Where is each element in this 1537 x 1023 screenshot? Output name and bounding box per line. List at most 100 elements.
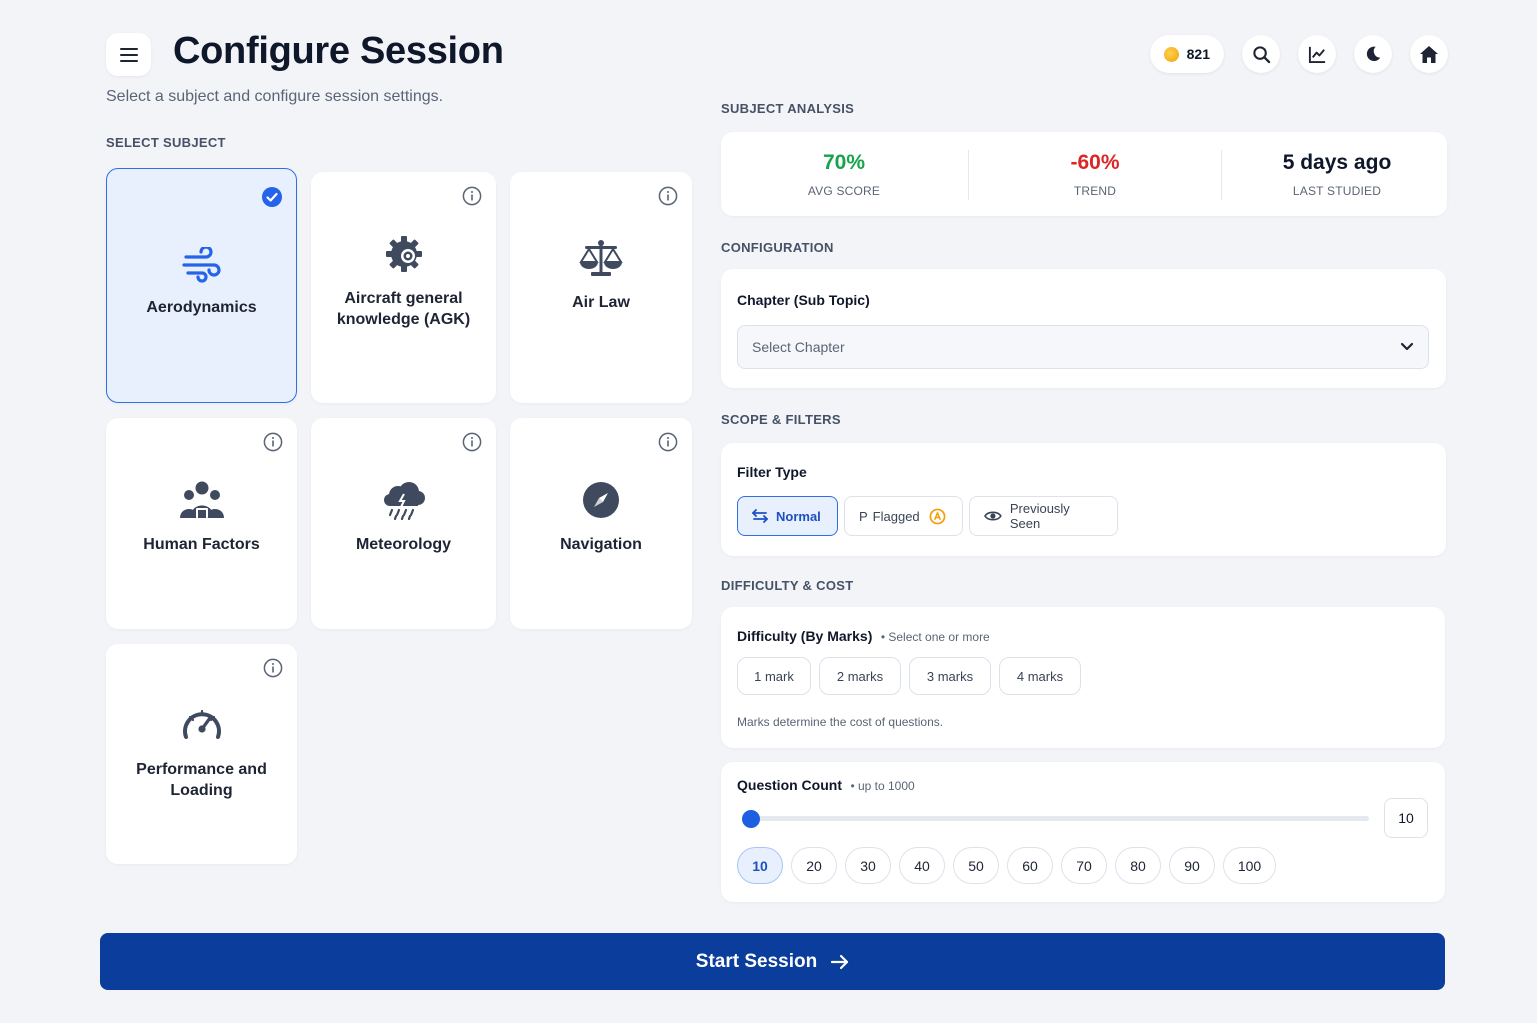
- mark-chip-1[interactable]: 1 mark: [737, 657, 811, 695]
- arrow-right-icon: [831, 954, 849, 969]
- home-icon: [1420, 45, 1438, 63]
- people-icon: [178, 476, 226, 524]
- info-icon[interactable]: [462, 186, 482, 206]
- gear-icon: [380, 230, 428, 278]
- stat-label: LAST STUDIED: [1292, 183, 1382, 198]
- subject-label: Performance and Loading: [136, 761, 267, 799]
- subject-card-aerodynamics[interactable]: Aerodynamics: [106, 168, 297, 403]
- subject-analysis-panel: 70% AVG SCORE -60% TREND 5 days ago LAST…: [721, 132, 1447, 216]
- count-preset-10[interactable]: 10: [737, 847, 783, 884]
- page-title: Configure Session: [173, 30, 504, 72]
- stat-label: TREND: [1073, 183, 1117, 198]
- filter-previously-seen-button[interactable]: Previously Seen: [969, 496, 1118, 536]
- subject-card-human-factors[interactable]: Human Factors: [106, 418, 297, 629]
- subject-label: Aircraft general knowledge (AGK): [336, 290, 471, 328]
- scales-icon: [577, 234, 625, 282]
- info-icon[interactable]: [658, 186, 678, 206]
- question-count-input[interactable]: 10: [1384, 798, 1428, 838]
- compass-icon: [577, 476, 625, 524]
- chapter-select-value: Select Chapter: [752, 339, 845, 355]
- chapter-label: Chapter (Sub Topic): [737, 292, 870, 308]
- mark-chip-3[interactable]: 3 marks: [909, 657, 991, 695]
- difficulty-header: Difficulty (By Marks) • Select one or mo…: [737, 628, 990, 646]
- difficulty-note: Marks determine the cost of questions.: [737, 715, 944, 729]
- coin-balance[interactable]: 821: [1149, 35, 1224, 73]
- info-icon[interactable]: [658, 432, 678, 452]
- storm-cloud-icon: [380, 476, 428, 524]
- stat-last-studied: 5 days ago LAST STUDIED: [1222, 132, 1452, 216]
- filter-normal-button[interactable]: Normal: [737, 496, 838, 536]
- question-count-slider[interactable]: [745, 816, 1369, 821]
- search-button[interactable]: [1242, 35, 1280, 73]
- info-icon[interactable]: [263, 658, 283, 678]
- start-session-label: Start Session: [695, 950, 818, 972]
- top-actions: 821: [1149, 35, 1448, 73]
- info-icon[interactable]: [263, 432, 283, 452]
- stat-value: 70%: [822, 150, 866, 174]
- coin-count: 821: [1186, 46, 1210, 62]
- chevron-down-icon: [1400, 342, 1414, 351]
- subject-card-agk[interactable]: Aircraft general knowledge (AGK): [311, 172, 496, 403]
- coin-icon: [1163, 46, 1179, 62]
- page-subtitle: Select a subject and configure session s…: [106, 88, 444, 105]
- subject-label: Human Factors: [143, 536, 260, 553]
- home-button[interactable]: [1410, 35, 1448, 73]
- start-session-button[interactable]: Start Session: [100, 933, 1445, 990]
- stat-trend: -60% TREND: [969, 132, 1221, 216]
- count-preset-20[interactable]: 20: [791, 847, 837, 884]
- stats-button[interactable]: [1298, 35, 1336, 73]
- count-preset-70[interactable]: 70: [1061, 847, 1107, 884]
- mark-chip-4[interactable]: 4 marks: [999, 657, 1081, 695]
- subject-label: Navigation: [560, 536, 642, 553]
- subject-card-meteorology[interactable]: Meteorology: [311, 418, 496, 629]
- moon-icon: [1366, 46, 1381, 62]
- chapter-select[interactable]: Select Chapter: [737, 325, 1429, 369]
- difficulty-panel: Difficulty (By Marks) • Select one or mo…: [721, 607, 1445, 748]
- mark-chip-2[interactable]: 2 marks: [819, 657, 901, 695]
- filter-label: Previously Seen: [1009, 501, 1070, 531]
- stat-value: 5 days ago: [1282, 150, 1392, 174]
- count-preset-30[interactable]: 30: [845, 847, 891, 884]
- subject-label: Aerodynamics: [146, 299, 257, 316]
- subject-card-navigation[interactable]: Navigation: [510, 418, 692, 629]
- filter-label: Normal: [776, 508, 821, 524]
- subject-card-air-law[interactable]: Air Law: [510, 172, 692, 403]
- gauge-icon: [178, 699, 226, 747]
- count-preset-40[interactable]: 40: [899, 847, 945, 884]
- count-preset-100[interactable]: 100: [1223, 847, 1276, 884]
- dark-mode-button[interactable]: [1354, 35, 1392, 73]
- stat-label: AVG SCORE: [807, 183, 881, 198]
- configuration-panel: Chapter (Sub Topic) Select Chapter: [721, 269, 1446, 388]
- count-preset-90[interactable]: 90: [1169, 847, 1215, 884]
- subject-card-performance-loading[interactable]: Performance and Loading: [106, 644, 297, 864]
- subject-label: Meteorology: [355, 536, 452, 553]
- configuration-label: CONFIGURATION: [721, 240, 834, 255]
- check-circle-icon: [262, 187, 282, 207]
- count-preset-60[interactable]: 60: [1007, 847, 1053, 884]
- question-count-header: Question Count • up to 1000: [737, 777, 915, 795]
- search-icon: [1252, 45, 1270, 63]
- count-preset-80[interactable]: 80: [1115, 847, 1161, 884]
- count-preset-50[interactable]: 50: [953, 847, 999, 884]
- filter-flagged-button[interactable]: P Flagged: [844, 496, 963, 536]
- wind-icon: [178, 241, 226, 289]
- question-count-title: Question Count: [737, 777, 842, 793]
- hamburger-icon: [119, 47, 138, 62]
- info-icon[interactable]: [462, 432, 482, 452]
- difficulty-cost-label: DIFFICULTY & COST: [721, 578, 854, 593]
- alert-badge-icon: [929, 508, 946, 524]
- slider-thumb[interactable]: [741, 809, 760, 828]
- swap-arrows-icon: [752, 509, 768, 523]
- scope-filters-label: SCOPE & FILTERS: [721, 412, 841, 427]
- scope-filters-panel: Filter Type Normal P Flagged Previously …: [721, 443, 1446, 556]
- flag-prefix: P: [859, 508, 868, 524]
- menu-button[interactable]: [106, 33, 151, 76]
- stat-avg-score: 70% AVG SCORE: [721, 132, 967, 216]
- subject-analysis-label: SUBJECT ANALYSIS: [721, 101, 855, 116]
- difficulty-title: Difficulty (By Marks): [737, 628, 873, 644]
- subject-label: Air Law: [572, 294, 630, 311]
- question-count-panel: Question Count • up to 1000 10 10 20 30 …: [721, 762, 1445, 902]
- line-chart-icon: [1308, 46, 1325, 63]
- stat-value: -60%: [1070, 150, 1120, 174]
- filter-label: Flagged: [872, 508, 920, 524]
